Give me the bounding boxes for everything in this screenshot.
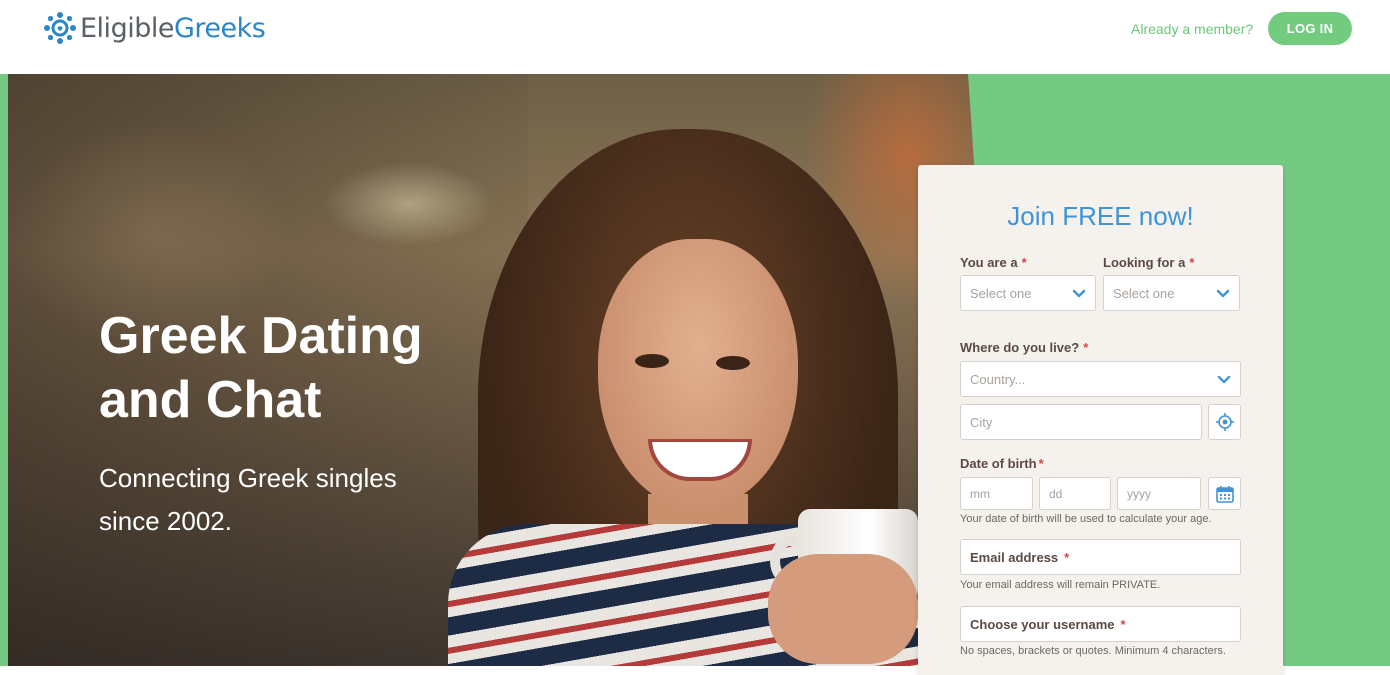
looking-for-label-text: Looking for a: [1103, 255, 1186, 270]
chevron-down-icon: [1072, 289, 1086, 298]
email-label: Email address: [970, 549, 1059, 565]
you-are-select[interactable]: Select one: [960, 275, 1096, 311]
username-label: Choose your username: [970, 616, 1115, 632]
photo-eye-left: [635, 354, 669, 368]
chevron-down-icon: [1216, 289, 1230, 298]
looking-for-placeholder: Select one: [1113, 285, 1175, 301]
logo-text-part1: Eligible: [80, 12, 174, 44]
email-input[interactable]: Email address *: [960, 539, 1241, 575]
username-hint: No spaces, brackets or quotes. Minimum 4…: [960, 645, 1226, 657]
chevron-down-icon: [1217, 375, 1231, 384]
photo-hand: [768, 554, 918, 664]
locate-icon: [1215, 413, 1234, 431]
logo-flower-icon: [44, 12, 76, 44]
you-are-label-text: You are a: [960, 255, 1018, 270]
dob-label-text: Date of birth: [960, 456, 1037, 471]
site-header: EligibleGreeks Already a member? LOG IN: [0, 0, 1390, 74]
photo-eye-right: [716, 356, 750, 370]
dob-month-input[interactable]: mm: [960, 477, 1033, 510]
city-input[interactable]: City: [960, 404, 1202, 440]
required-mark: *: [1189, 255, 1195, 270]
where-live-label-text: Where do you live?: [960, 340, 1080, 355]
login-button[interactable]: LOG IN: [1268, 12, 1352, 45]
required-mark: *: [1021, 255, 1027, 270]
calendar-button[interactable]: [1208, 477, 1241, 510]
locate-button[interactable]: [1208, 404, 1241, 440]
dob-day-input[interactable]: dd: [1039, 477, 1111, 510]
where-live-label: Where do you live? *: [960, 340, 1088, 355]
city-placeholder: City: [970, 414, 993, 430]
country-placeholder: Country...: [970, 371, 1026, 387]
looking-for-label: Looking for a *: [1103, 255, 1194, 270]
hero-headline: Greek Dating and Chat: [99, 307, 423, 429]
form-title: Join FREE now!: [1007, 201, 1194, 231]
already-member-text: Already a member?: [1131, 21, 1254, 37]
signup-form: Join FREE now! You are a * Looking for a *…: [918, 165, 1283, 675]
dob-day-placeholder: dd: [1049, 486, 1063, 501]
dob-year-placeholder: yyyy: [1127, 486, 1151, 501]
required-mark: *: [1120, 616, 1126, 632]
email-hint: Your email address will remain PRIVATE.: [960, 579, 1161, 591]
username-input[interactable]: Choose your username *: [960, 606, 1241, 642]
dob-hint: Your date of birth will be used to calcu…: [960, 513, 1212, 525]
you-are-label: You are a *: [960, 255, 1027, 270]
you-are-placeholder: Select one: [970, 285, 1032, 301]
looking-for-select[interactable]: Select one: [1103, 275, 1240, 311]
calendar-icon: [1215, 485, 1234, 503]
dob-label: Date of birth *: [960, 456, 1044, 471]
dob-year-input[interactable]: yyyy: [1117, 477, 1201, 510]
logo-text: EligibleGreeks: [80, 12, 266, 44]
required-mark: *: [1083, 340, 1089, 355]
logo-text-part2: Greeks: [173, 12, 266, 44]
country-select[interactable]: Country...: [960, 361, 1241, 397]
required-mark: *: [1038, 456, 1044, 471]
hero-subline: Connecting Greek singles since 2002.: [99, 463, 397, 536]
logo[interactable]: EligibleGreeks: [42, 10, 266, 46]
required-mark: *: [1064, 549, 1070, 565]
dob-month-placeholder: mm: [970, 486, 990, 501]
